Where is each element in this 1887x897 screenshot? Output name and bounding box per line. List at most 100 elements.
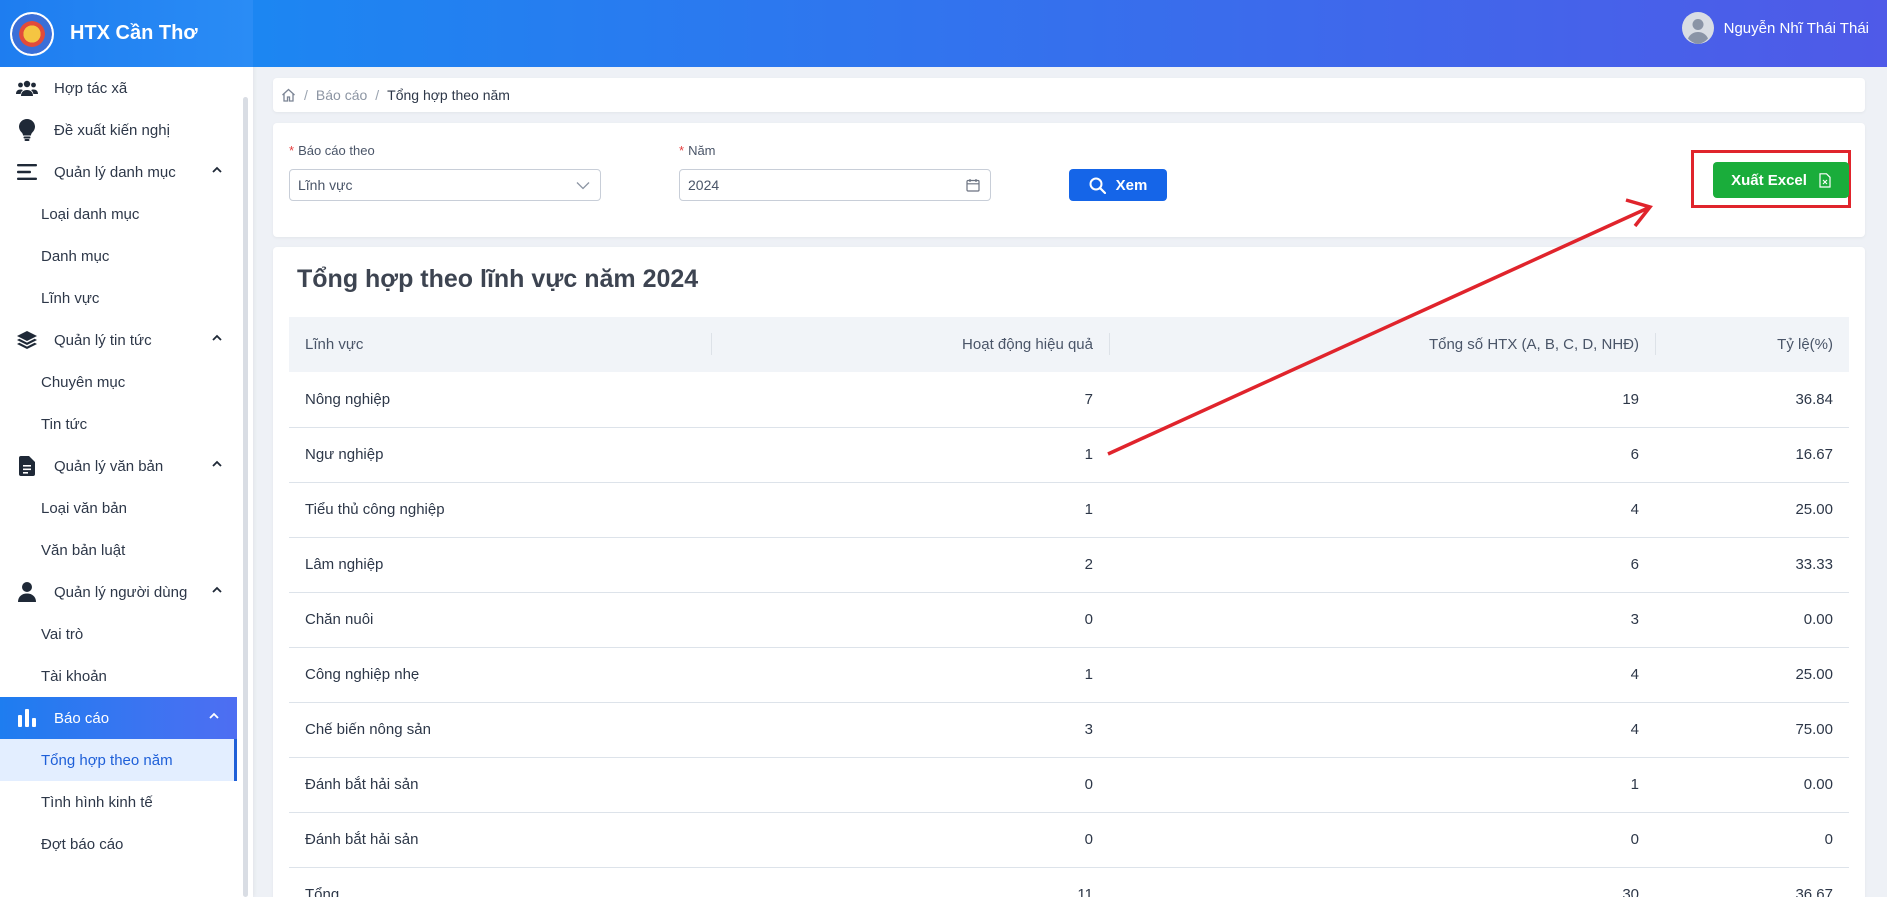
cell-ratio: 16.67 [1795,446,1833,463]
cell-effective: 1 [1084,446,1093,463]
top-header: Nguyễn Nhĩ Thái Thái [253,0,1887,67]
cell-effective: 0 [1084,831,1093,848]
search-icon [1089,177,1106,194]
table-row: Lâm nghiệp 2 6 33.33 [289,537,1849,592]
sidebar-item-chuyen-muc[interactable]: Chuyên mục [0,361,240,403]
column-header: Tỷ lệ(%) [1655,317,1849,372]
sidebar-item-tinh-hinh-kinh-te[interactable]: Tình hình kinh tế [0,781,240,823]
user-icon [16,581,38,603]
layers-icon [16,329,38,351]
chevron-down-icon [576,182,590,190]
cell-ratio: 36.84 [1795,390,1833,408]
sidebar-item-quan-ly-nguoi-dung[interactable]: Quản lý người dùng [0,571,240,613]
sidebar-item-label: Đề xuất kiến nghị [54,121,170,139]
sidebar-item-label: Quản lý người dùng [54,583,188,601]
sidebar-item-van-ban-luat[interactable]: Văn bản luật [0,529,240,571]
cell-ratio: 0.00 [1803,776,1833,793]
sidebar-item-tin-tuc[interactable]: Tin tức [0,403,240,445]
year-picker[interactable]: 2024 [679,169,991,201]
cell-field: Ngư nghiệp [305,446,384,463]
sidebar-item-quan-ly-danh-muc[interactable]: Quản lý danh mục [0,151,240,193]
sidebar-item-bao-cao[interactable]: Báo cáo [0,697,237,739]
user-menu[interactable]: Nguyễn Nhĩ Thái Thái [1681,12,1869,44]
sidebar-item-vai-tro[interactable]: Vai trò [0,613,240,655]
cell-field: Lâm nghiệp [305,556,384,573]
user-name: Nguyễn Nhĩ Thái Thái [1723,19,1869,37]
chevron-up-icon [209,712,219,719]
sidebar-item-loai-danh-muc[interactable]: Loại danh mục [0,193,240,235]
brand-bar[interactable]: HTX Cần Thơ [0,0,253,67]
breadcrumb-current: Tổng hợp theo năm [387,87,510,103]
document-icon [16,455,38,477]
view-button[interactable]: Xem [1069,169,1167,201]
table-row: Ngư nghiệp 1 6 16.67 [289,427,1849,482]
table-row: Chế biến nông sản 3 4 75.00 [289,702,1849,757]
table-row: Đánh bắt hải sản 0 1 0.00 [289,757,1849,812]
cell-ratio: 0.00 [1803,611,1833,628]
cell-effective: 1 [1084,666,1093,683]
cell-total: 0 [1630,831,1639,848]
column-header: Lĩnh vực [305,336,364,353]
cell-effective: 2 [1084,556,1093,573]
sidebar-item-linh-vuc[interactable]: Lĩnh vực [0,277,240,319]
column-header: Tổng số HTX (A, B, C, D, NHĐ) [1109,317,1655,372]
cell-ratio: 36.67 [1795,886,1833,897]
export-excel-button[interactable]: Xuất Excel [1713,162,1849,198]
sidebar-item-dot-bao-cao[interactable]: Đợt báo cáo [0,823,240,865]
table-row-total: Tổng 11 30 36.67 [289,867,1849,897]
breadcrumb-separator: / [375,87,380,103]
sidebar-scrollbar[interactable] [243,97,248,897]
sidebar-item-danh-muc[interactable]: Danh mục [0,235,240,277]
sidebar-item-quan-ly-tin-tuc[interactable]: Quản lý tin tức [0,319,240,361]
list-icon [16,161,38,183]
report-card: Tổng hợp theo lĩnh vực năm 2024 Lĩnh vực… [273,247,1865,897]
sidebar-item-tong-hop-theo-nam[interactable]: Tổng hợp theo năm [0,739,237,781]
column-header: Hoạt động hiệu quả [711,317,1109,372]
year-label: * Năm [679,143,716,158]
report-by-value: Lĩnh vực [298,177,353,193]
cell-field: Công nghiệp nhẹ [305,666,420,683]
cell-ratio: 25.00 [1795,501,1833,518]
cell-total: 30 [1622,886,1639,897]
cell-ratio: 25.00 [1795,666,1833,683]
sidebar-item-label: Quản lý tin tức [54,331,152,349]
cell-total: 6 [1630,556,1639,573]
cell-field: Chăn nuôi [305,611,374,628]
cell-total: 4 [1630,666,1639,683]
cell-total: 19 [1622,390,1639,408]
cell-field: Đánh bắt hải sản [305,831,419,848]
report-table: Lĩnh vực Hoạt động hiệu quả Tổng số HTX … [289,317,1849,897]
sidebar-item-label: Quản lý văn bản [54,457,164,475]
avatar-icon [1681,12,1714,44]
sidebar-item-quan-ly-van-ban[interactable]: Quản lý văn bản [0,445,240,487]
brand-name: HTX Cần Thơ [70,22,198,44]
cell-field: Tổng [305,886,340,897]
home-icon[interactable] [281,88,296,102]
lightbulb-icon [16,119,38,141]
sidebar-item-tai-khoan[interactable]: Tài khoản [0,655,240,697]
table-row: Công nghiệp nhẹ 1 4 25.00 [289,647,1849,702]
year-value: 2024 [688,177,720,193]
report-by-select[interactable]: Lĩnh vực [289,169,601,201]
cell-ratio: 33.33 [1795,556,1833,573]
cell-field: Chế biến nông sản [305,721,431,738]
cell-effective: 0 [1084,611,1093,628]
users-icon [16,77,38,99]
cell-total: 4 [1630,501,1639,518]
logo-icon [10,11,54,56]
breadcrumb-parent[interactable]: Báo cáo [316,87,367,103]
cell-effective: 7 [1084,390,1093,408]
cell-total: 4 [1630,721,1639,738]
sidebar-item-hop-tac-xa[interactable]: Hợp tác xã [0,67,240,109]
cell-field: Nông nghiệp [305,390,391,408]
sidebar-menu: Hợp tác xã Đề xuất kiến nghị Quản lý dan… [0,67,240,865]
cell-effective: 0 [1084,776,1093,793]
cell-total: 1 [1630,776,1639,793]
sidebar-item-de-xuat-kien-nghi[interactable]: Đề xuất kiến nghị [0,109,240,151]
cell-ratio: 75.00 [1795,721,1833,738]
sidebar-item-loai-van-ban[interactable]: Loại văn bản [0,487,240,529]
filter-card: * Báo cáo theo Lĩnh vực * Năm 2024 Xem Xuấ… [273,123,1865,237]
sidebar-item-label: Hợp tác xã [54,79,128,97]
chevron-up-icon [212,586,222,593]
cell-ratio: 0 [1824,831,1833,848]
